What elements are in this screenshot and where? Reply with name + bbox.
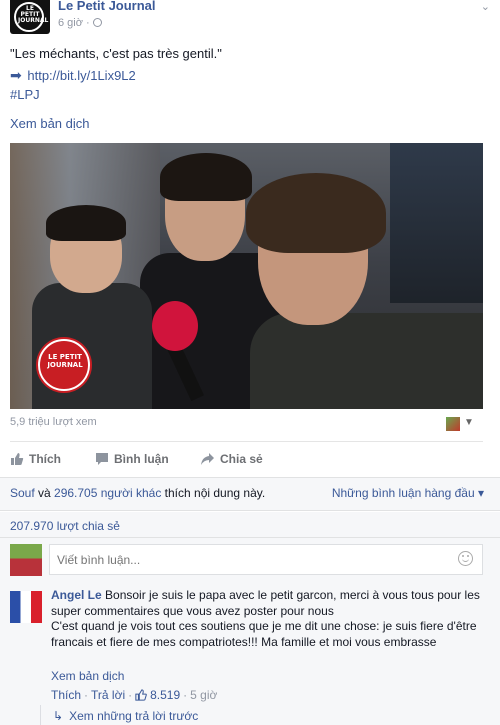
separator: · (84, 688, 89, 702)
comment-like-count[interactable]: 8.519 (150, 688, 180, 702)
page-logo[interactable]: LE PETIT JOURNAL (10, 0, 50, 34)
view-replies-label: Xem những trả lời trước (69, 709, 199, 723)
video-boy-hair (46, 205, 126, 241)
video-logo-text: LE PETIT JOURNAL (47, 353, 83, 369)
comment-label: Bình luận (114, 452, 169, 466)
post-time-text: 6 giờ · (58, 17, 93, 29)
share-arrow-icon (201, 453, 214, 465)
like-label: Thích (29, 452, 61, 466)
comment-bubble-icon (96, 453, 108, 465)
replies-thread-line (40, 705, 41, 725)
reply-arrow-icon: ↳ (53, 709, 64, 723)
post-hashtag[interactable]: #LPJ (10, 87, 40, 102)
view-previous-replies[interactable]: ↳ Xem những trả lời trước (53, 709, 198, 723)
globe-icon (92, 18, 102, 27)
logo-text: LE PETIT JOURNAL (18, 5, 49, 24)
post-time[interactable]: 6 giờ · (58, 17, 102, 29)
video-man-hair (160, 153, 252, 201)
view-count: 5,9 triệu lượt xem (10, 416, 97, 428)
commenter-avatar[interactable] (10, 591, 42, 623)
video-crowd-right (390, 143, 483, 303)
comment-text-1: Bonsoir je suis le papa avec le petit ga… (51, 588, 480, 618)
separator: · (128, 688, 133, 702)
share-button[interactable]: Chia sẻ (200, 452, 263, 466)
comment-like-link[interactable]: Thích (51, 688, 81, 702)
video-channel-logo: LE PETIT JOURNAL (38, 339, 90, 391)
post-menu-chevron-icon[interactable]: ⌄ (481, 0, 490, 13)
video-reporter-body (250, 313, 483, 409)
page-name[interactable]: Le Petit Journal (58, 0, 156, 13)
comment-text-2: C'est quand je vois tout ces soutiens qu… (51, 619, 477, 649)
next-video-thumbnail[interactable] (446, 417, 460, 431)
post-quote: "Les méchants, c'est pas très gentil." (10, 46, 222, 61)
likers-others[interactable]: 296.705 người khác (54, 486, 161, 500)
comment-button[interactable]: Bình luận (95, 452, 169, 466)
thumbs-up-icon (135, 689, 147, 701)
separator: · (183, 688, 188, 702)
comment-reply-link[interactable]: Trả lời (91, 688, 125, 702)
comment-time[interactable]: 5 giờ (190, 688, 217, 702)
post-link[interactable]: http://bit.ly/1Lix9L2 (27, 68, 135, 83)
thumbs-up-icon (11, 453, 24, 465)
like-button[interactable]: Thích (10, 452, 61, 466)
video-reporter-hair (246, 173, 386, 253)
share-label: Chia sẻ (220, 452, 263, 466)
comment-body: Angel Le Bonsoir je suis le papa avec le… (51, 588, 481, 650)
avatar[interactable] (10, 544, 42, 576)
liker-name[interactable]: Souf (10, 486, 35, 500)
shares-count[interactable]: 207.970 lượt chia sẻ (10, 519, 120, 533)
caret-down-icon[interactable]: ▼ (464, 417, 474, 428)
comment-see-translation-link[interactable]: Xem bản dịch (51, 669, 124, 683)
likes-and: và (34, 486, 55, 500)
divider (10, 441, 483, 442)
see-translation-link[interactable]: Xem bản dịch (10, 116, 90, 131)
likes-summary: Souf và 296.705 người khác thích nội dun… (10, 486, 265, 500)
arrow-right-icon: ➡ (10, 67, 22, 83)
comment-author[interactable]: Angel Le (51, 588, 102, 602)
video-player[interactable]: LE PETIT JOURNAL (10, 143, 483, 409)
post-link-row: ➡ http://bit.ly/1Lix9L2 (10, 67, 136, 84)
comment-input[interactable] (49, 544, 483, 575)
emoji-icon[interactable] (458, 551, 473, 566)
comment-sort-dropdown[interactable]: Những bình luận hàng đầu ▾ (332, 486, 484, 500)
comment-actions: Thích · Trả lời · 8.519 · 5 giờ (51, 688, 217, 702)
video-microphone (152, 301, 198, 351)
likes-suffix: thích nội dung này. (161, 486, 266, 500)
